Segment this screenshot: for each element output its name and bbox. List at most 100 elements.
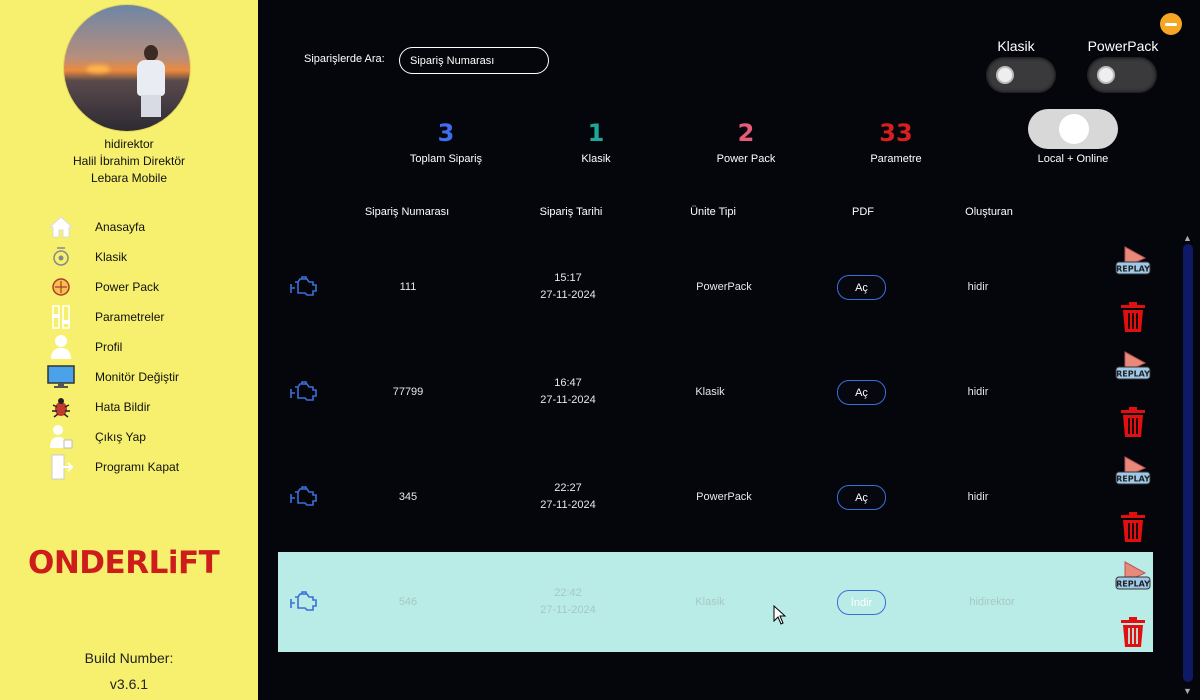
creator: hidirektor xyxy=(969,596,1015,608)
unit-type: PowerPack xyxy=(696,281,752,293)
user-name: hidirektor xyxy=(104,137,154,151)
power-pack-icon xyxy=(46,274,76,300)
stat-label: Toplam Sipariş xyxy=(409,153,483,165)
header-pdf[interactable]: PDF xyxy=(793,206,933,218)
header-order-date[interactable]: Sipariş Tarihi xyxy=(501,206,641,218)
scroll-up-arrow-icon[interactable]: ▲ xyxy=(1183,233,1192,243)
pdf-download-button[interactable]: İndir xyxy=(837,590,886,615)
sidebar-item-programi-kapat[interactable]: Programı Kapat xyxy=(46,452,246,482)
stat-value: 2 xyxy=(737,119,755,147)
sidebar-item-cikis-yap[interactable]: Çıkış Yap xyxy=(46,422,246,452)
order-number: 546 xyxy=(398,596,418,608)
header-unit-type[interactable]: Ünite Tipi xyxy=(643,206,783,218)
order-number: 77799 xyxy=(392,386,424,398)
local-online-toggle[interactable] xyxy=(1028,109,1118,149)
stat-label: Parametre xyxy=(870,153,922,165)
stat-value: 33 xyxy=(879,119,913,147)
trash-icon[interactable] xyxy=(1119,511,1147,543)
sidebar-item-label: Programı Kapat xyxy=(95,460,180,474)
order-number: 345 xyxy=(398,491,418,503)
stat-parameters: 33 Parametre xyxy=(836,119,956,165)
klasik-icon xyxy=(46,244,76,270)
order-time: 22:42 xyxy=(554,587,582,599)
sidebar-item-parametreler[interactable]: Parametreler xyxy=(46,302,246,332)
trash-icon[interactable] xyxy=(1119,301,1147,333)
creator: hidir xyxy=(967,386,989,398)
creator: hidir xyxy=(967,491,989,503)
powerpack-toggle[interactable] xyxy=(1087,57,1157,93)
table-row[interactable]: 111 15:17 27-11-2024 PowerPack Aç hidir xyxy=(278,237,1153,337)
engine-icon xyxy=(290,591,317,611)
table-row[interactable]: 345 22:27 27-11-2024 PowerPack Aç hidir xyxy=(278,447,1153,547)
svg-text:REPLAY: REPLAY xyxy=(1116,580,1150,589)
table-row-selected[interactable]: 546 22:42 27-11-2024 Klasik İndir hidire… xyxy=(278,552,1153,652)
table-row[interactable]: 77799 16:47 27-11-2024 Klasik Aç hidir xyxy=(278,342,1153,442)
search-input[interactable] xyxy=(399,47,549,74)
local-online-label: Local + Online xyxy=(1037,153,1109,165)
stat-klasik: 1 Klasik xyxy=(536,119,656,165)
replay-icon[interactable]: REPLAY xyxy=(1115,455,1151,487)
sidebar-item-label: Hata Bildir xyxy=(95,400,151,414)
sidebar-item-klasik[interactable]: Klasik xyxy=(46,242,246,272)
stat-label: Klasik xyxy=(581,153,611,165)
klasik-toggle[interactable] xyxy=(986,57,1056,93)
user-company: Lebara Mobile xyxy=(90,171,168,185)
sidebar-item-label: Parametreler xyxy=(95,310,165,324)
sidebar-item-label: Klasik xyxy=(95,250,128,264)
sidebar-item-power-pack[interactable]: Power Pack xyxy=(46,272,246,302)
build-number-label: Build Number: xyxy=(84,650,174,666)
unit-type: Klasik xyxy=(695,386,725,398)
sidebar-item-anasayfa[interactable]: Anasayfa xyxy=(46,212,246,242)
app-window: hidirektor Halil İbrahim Direktör Lebara… xyxy=(0,0,1200,700)
unit-type: Klasik xyxy=(695,596,725,608)
trash-icon[interactable] xyxy=(1119,616,1147,648)
trash-icon[interactable] xyxy=(1119,406,1147,438)
order-date: 27-11-2024 xyxy=(540,394,596,406)
header-order-number[interactable]: Sipariş Numarası xyxy=(337,206,477,218)
toggle-knob xyxy=(996,66,1014,84)
user-title: Halil İbrahim Direktör xyxy=(72,154,186,168)
pdf-open-button[interactable]: Aç xyxy=(837,275,886,300)
minimize-button[interactable] xyxy=(1160,13,1182,35)
logout-icon xyxy=(46,424,76,450)
sidebar-item-hata-bildir[interactable]: Hata Bildir xyxy=(46,392,246,422)
company-logo: ONDERLiFT xyxy=(28,545,220,581)
avatar[interactable] xyxy=(64,5,190,131)
exit-icon xyxy=(46,454,76,480)
scrollbar[interactable] xyxy=(1183,244,1193,682)
toggle-knob xyxy=(1059,114,1089,144)
pdf-open-button[interactable]: Aç xyxy=(837,485,886,510)
sidebar-item-label: Power Pack xyxy=(95,280,160,294)
replay-icon[interactable]: REPLAY xyxy=(1115,245,1151,277)
header-creator[interactable]: Oluşturan xyxy=(919,206,1059,218)
mouse-cursor-icon xyxy=(773,605,787,625)
sidebar-menu: Anasayfa Klasik Power Pack Parametreler xyxy=(46,212,246,482)
replay-icon[interactable]: REPLAY xyxy=(1115,350,1151,382)
sidebar-item-monitor[interactable]: Monitör Değiştir xyxy=(46,362,246,392)
svg-text:REPLAY: REPLAY xyxy=(1116,370,1150,379)
stat-value: 3 xyxy=(437,119,455,147)
stat-power-pack: 2 Power Pack xyxy=(686,119,806,165)
order-number: 111 xyxy=(399,281,417,293)
sidebar-item-label: Anasayfa xyxy=(95,220,146,234)
engine-icon xyxy=(290,381,317,401)
sidebar-item-label: Profil xyxy=(95,340,123,354)
search-label: Siparişlerde Ara: xyxy=(304,53,385,65)
order-time: 22:27 xyxy=(554,482,582,494)
scroll-down-arrow-icon[interactable]: ▼ xyxy=(1183,686,1192,696)
stat-label: Power Pack xyxy=(716,153,776,165)
unit-type: PowerPack xyxy=(696,491,752,503)
sidebar-item-label: Monitör Değiştir xyxy=(95,370,180,384)
order-time: 16:47 xyxy=(554,377,582,389)
toggle-knob xyxy=(1097,66,1115,84)
parameters-icon xyxy=(46,304,76,330)
order-date: 27-11-2024 xyxy=(540,499,596,511)
pdf-open-button[interactable]: Aç xyxy=(837,380,886,405)
replay-icon[interactable]: REPLAY xyxy=(1115,560,1151,592)
sidebar-item-profil[interactable]: Profil xyxy=(46,332,246,362)
minus-icon xyxy=(1165,22,1177,26)
monitor-icon xyxy=(46,364,76,390)
build-version: v3.6.1 xyxy=(109,676,149,692)
order-date: 27-11-2024 xyxy=(540,604,596,616)
svg-text:REPLAY: REPLAY xyxy=(1116,265,1150,274)
